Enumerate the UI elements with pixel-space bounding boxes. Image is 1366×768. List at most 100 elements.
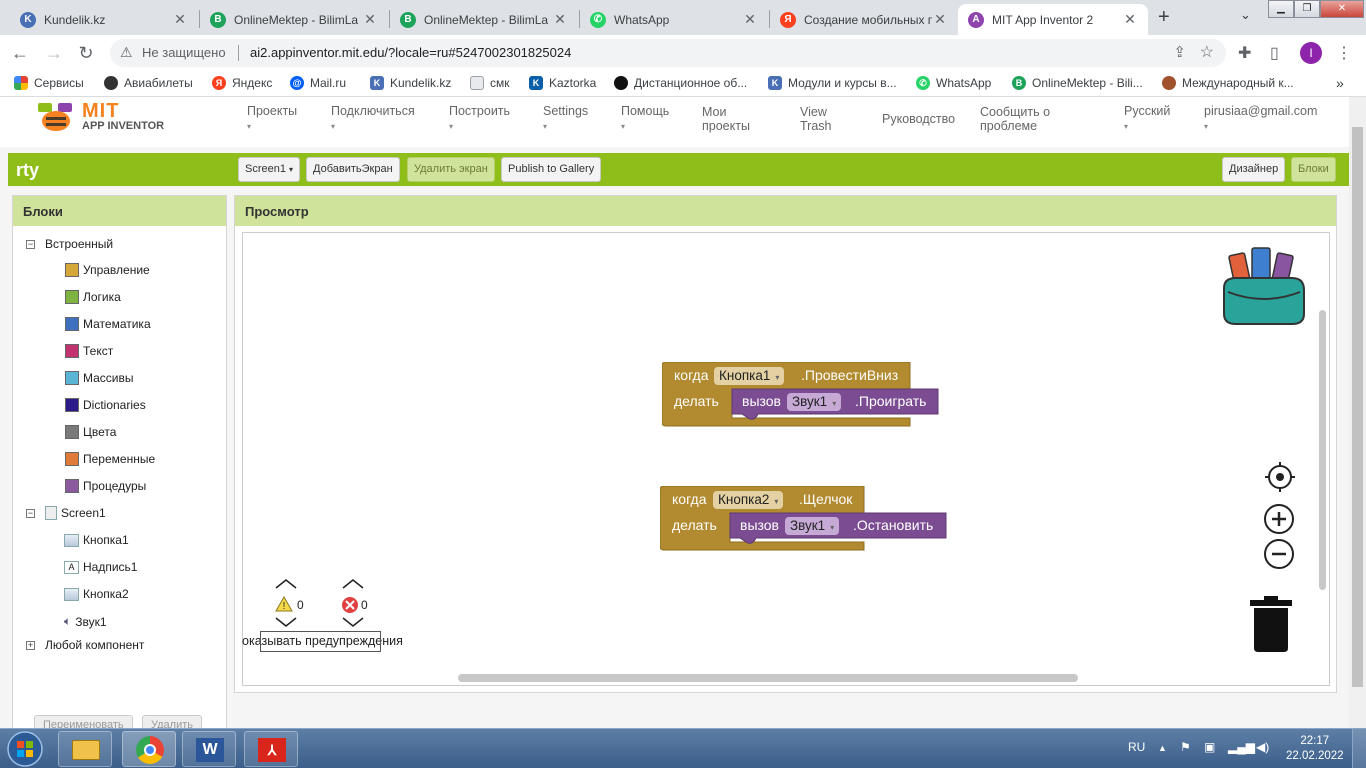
acrobat-taskbar-icon[interactable]: ⅄: [244, 731, 298, 767]
network-icon[interactable]: ⚑: [1180, 740, 1191, 754]
drawer-colors[interactable]: Цвета: [65, 425, 116, 439]
volume-icon[interactable]: ◀): [1256, 740, 1269, 754]
address-bar[interactable]: ⚠ Не защищено ai2.appinventor.mit.edu/?l…: [110, 39, 1226, 67]
drawer-variables[interactable]: Переменные: [65, 452, 155, 466]
bookmark-item[interactable]: K Kaztorka: [529, 76, 596, 90]
side-panel-icon[interactable]: ▯: [1270, 43, 1279, 63]
app-inventor-logo[interactable]: MIT APP INVENTOR: [36, 101, 164, 133]
remove-screen-button[interactable]: Удалить экран: [407, 157, 495, 182]
tree-component-button2[interactable]: Кнопка2: [64, 587, 129, 601]
menu-report-issue[interactable]: Сообщить о проблеме: [980, 105, 1050, 133]
language-indicator[interactable]: RU: [1128, 740, 1145, 754]
close-icon[interactable]: ✕: [932, 11, 948, 28]
security-label[interactable]: Не защищено: [142, 45, 226, 60]
bookmark-item[interactable]: @ Mail.ru: [290, 76, 346, 90]
bookmark-item[interactable]: K Kundelik.kz: [370, 76, 451, 90]
minimize-icon[interactable]: ▁: [1268, 0, 1294, 18]
close-icon[interactable]: ✕: [362, 11, 378, 28]
recenter-icon[interactable]: [1264, 461, 1296, 493]
drawer-lists[interactable]: Массивы: [65, 371, 134, 385]
browser-tab[interactable]: K Kundelik.kz ✕: [10, 4, 198, 35]
warning-icon[interactable]: ⚠: [120, 44, 133, 61]
share-icon[interactable]: ⇪: [1173, 43, 1186, 61]
tree-screen1[interactable]: − Screen1: [26, 506, 106, 520]
tree-builtin[interactable]: − Встроенный: [26, 237, 113, 251]
warning-prev-icon[interactable]: [274, 578, 298, 590]
bookmark-star-icon[interactable]: ☆: [1200, 42, 1214, 62]
forward-icon[interactable]: →: [42, 41, 66, 65]
tree-any-component[interactable]: + Любой компонент: [26, 638, 144, 652]
expand-icon[interactable]: +: [26, 640, 35, 650]
page-scrollbar[interactable]: [1349, 97, 1366, 728]
close-icon[interactable]: ✕: [552, 11, 568, 28]
drawer-procedures[interactable]: Процедуры: [65, 479, 146, 493]
close-icon[interactable]: ✕: [742, 11, 758, 28]
back-icon[interactable]: ←: [8, 41, 32, 65]
component-dropdown[interactable]: Звук1 ▾: [787, 393, 842, 411]
blocks-workspace[interactable]: [242, 232, 1330, 686]
menu-help[interactable]: Помощь ▾: [621, 104, 669, 134]
drawer-logic[interactable]: Логика: [65, 290, 121, 304]
bookmark-item[interactable]: Международный к...: [1162, 76, 1294, 90]
menu-settings[interactable]: Settings ▾: [543, 104, 588, 134]
chevron-right-icon[interactable]: »: [1336, 75, 1344, 91]
system-clock[interactable]: 22:17 22.02.2022: [1286, 734, 1344, 764]
reload-icon[interactable]: ↻: [74, 41, 98, 65]
collapse-icon[interactable]: −: [26, 239, 35, 249]
workspace-horizontal-scrollbar[interactable]: [458, 674, 1078, 682]
menu-build[interactable]: Построить ▾: [449, 104, 510, 134]
menu-connect[interactable]: Подключиться ▾: [331, 104, 415, 134]
bookmark-item[interactable]: Авиабилеты: [104, 76, 193, 90]
menu-guide[interactable]: Руководство: [882, 112, 955, 126]
add-screen-button[interactable]: ДобавитьЭкран: [306, 157, 400, 182]
menu-view-trash[interactable]: View Trash: [800, 105, 832, 133]
close-icon[interactable]: ✕: [172, 11, 188, 28]
designer-button[interactable]: Дизайнер: [1222, 157, 1286, 182]
tree-component-button1[interactable]: Кнопка1: [64, 533, 129, 547]
menu-my-projects[interactable]: Мои проекты: [702, 105, 750, 133]
component-dropdown[interactable]: Звук1 ▾: [785, 517, 840, 535]
browser-tab[interactable]: B OnlineMektep - BilimLa ✕: [390, 4, 578, 35]
extensions-icon[interactable]: ✚: [1238, 43, 1251, 63]
workspace-vertical-scrollbar[interactable]: [1319, 310, 1326, 590]
browser-tab[interactable]: Я Создание мобильных п ✕: [770, 4, 958, 35]
bookmark-item[interactable]: K Модули и курсы в...: [768, 76, 897, 90]
chevron-down-icon[interactable]: ⌄: [1240, 7, 1251, 23]
bookmark-item[interactable]: B OnlineMektep - Bili...: [1012, 76, 1143, 90]
zoom-out-icon[interactable]: [1263, 538, 1295, 570]
bookmark-item[interactable]: ✆ WhatsApp: [916, 76, 991, 90]
publish-gallery-button[interactable]: Publish to Gallery: [501, 157, 602, 182]
drawer-control[interactable]: Управление: [65, 263, 150, 277]
menu-account[interactable]: pirusiaa@gmail.com ▾: [1204, 104, 1317, 134]
close-icon[interactable]: ✕: [1122, 11, 1138, 28]
error-prev-icon[interactable]: [341, 578, 365, 590]
component-dropdown[interactable]: Кнопка1 ▾: [714, 367, 785, 385]
tree-component-sound1[interactable]: 🔈︎ Звук1: [64, 614, 107, 629]
device-icon[interactable]: ▣: [1204, 740, 1215, 754]
menu-projects[interactable]: Проекты ▾: [247, 104, 297, 134]
browser-tab[interactable]: ✆ WhatsApp ✕: [580, 4, 768, 35]
collapse-icon[interactable]: −: [26, 508, 35, 518]
browser-tab[interactable]: B OnlineMektep - BilimLa ✕: [200, 4, 388, 35]
component-dropdown[interactable]: Кнопка2 ▾: [713, 491, 784, 509]
drawer-dictionaries[interactable]: Dictionaries: [65, 398, 146, 412]
start-button-icon[interactable]: [6, 730, 44, 768]
page-scrollbar-thumb[interactable]: [1352, 127, 1363, 687]
tray-expand-icon[interactable]: ▲: [1158, 743, 1167, 753]
screen-select[interactable]: Screen1 ▾: [238, 157, 301, 182]
show-desktop-button[interactable]: [1352, 729, 1366, 768]
drawer-math[interactable]: Математика: [65, 317, 151, 331]
restore-icon[interactable]: ❐: [1294, 0, 1320, 18]
error-next-icon[interactable]: [341, 616, 365, 628]
signal-icon[interactable]: ▂▄▆: [1228, 740, 1255, 754]
menu-language[interactable]: Русский ▾: [1124, 104, 1170, 134]
tree-component-label1[interactable]: A Надпись1: [64, 560, 137, 574]
window-close-icon[interactable]: ✕: [1320, 0, 1364, 18]
blocks-button[interactable]: Блоки: [1291, 157, 1336, 182]
new-tab-icon[interactable]: +: [1158, 6, 1170, 29]
menu-kebab-icon[interactable]: ⋮: [1336, 43, 1352, 63]
bookmark-item[interactable]: Сервисы: [14, 76, 84, 90]
url-text[interactable]: ai2.appinventor.mit.edu/?locale=ru#52470…: [250, 45, 571, 60]
bookmark-item[interactable]: Я Яндекс: [212, 76, 272, 90]
trash-icon[interactable]: [1248, 596, 1294, 654]
